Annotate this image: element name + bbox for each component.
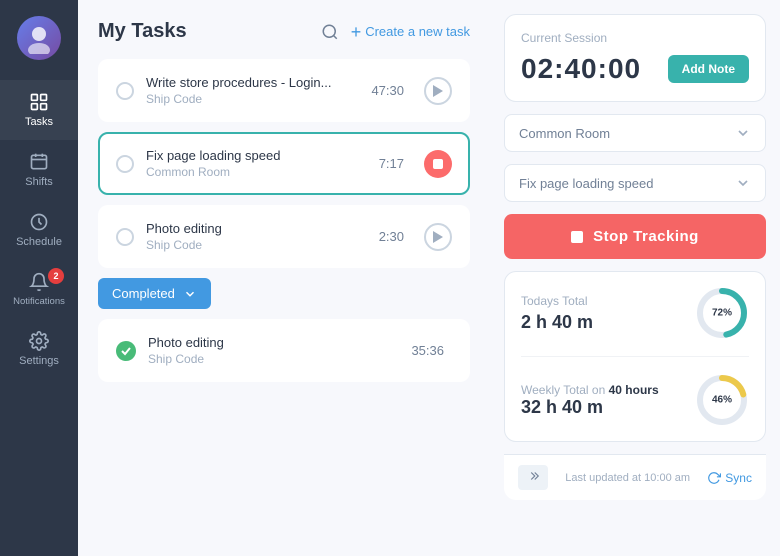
task-card-2: Fix page loading speed Common Room 7:17 [98, 132, 470, 195]
task-info-1: Write store procedures - Login... Ship C… [146, 75, 359, 106]
checkmark-icon [120, 345, 132, 357]
last-updated-text: Last updated at 10:00 am [565, 472, 690, 484]
sync-button[interactable]: Sync [707, 471, 752, 485]
chevron-down-icon-project [735, 125, 751, 141]
task-info-3: Photo editing Ship Code [146, 221, 367, 252]
stats-card: Todays Total 2 h 40 m 72% Weekly Total o… [504, 271, 766, 442]
chevron-down-icon [183, 287, 197, 301]
sidebar: Tasks Shifts Schedule 2 Notifications Se… [0, 0, 78, 556]
task-time-1: 47:30 [371, 83, 404, 98]
search-button[interactable] [321, 23, 339, 41]
sidebar-item-settings[interactable]: Settings [0, 319, 78, 379]
bottom-bar: Last updated at 10:00 am Sync [504, 454, 766, 500]
session-label: Current Session [521, 31, 749, 45]
right-panel: Current Session 02:40:00 Add Note Common… [490, 0, 780, 556]
weekly-stat-row: Weekly Total on 40 hours 32 h 40 m 46% [521, 373, 749, 427]
session-timer: 02:40:00 [521, 53, 641, 85]
sidebar-item-tasks[interactable]: Tasks [0, 80, 78, 140]
sidebar-item-schedule[interactable]: Schedule [0, 200, 78, 260]
task-project-1: Ship Code [146, 92, 359, 106]
todays-value: 2 h 40 m [521, 312, 593, 333]
task-time-2: 7:17 [379, 156, 404, 171]
stat-divider [521, 356, 749, 357]
play-icon-1 [433, 85, 443, 97]
create-task-label: Create a new task [365, 24, 470, 39]
notification-badge: 2 [48, 268, 64, 284]
stop-icon-2 [433, 159, 443, 169]
todays-label: Todays Total [521, 294, 593, 308]
weekly-donut: 46% [695, 373, 749, 427]
project-select-value: Common Room [519, 126, 610, 141]
task-radio-1[interactable] [116, 82, 134, 100]
session-timer-row: 02:40:00 Add Note [521, 53, 749, 85]
task-radio-2[interactable] [116, 155, 134, 173]
notifications-icon [29, 272, 49, 292]
completed-label: Completed [112, 286, 175, 301]
sync-icon [707, 471, 721, 485]
task-check-icon [116, 341, 136, 361]
task-project-completed: Ship Code [148, 352, 399, 366]
sync-label: Sync [725, 471, 752, 485]
chevron-down-icon-task [735, 175, 751, 191]
weekly-value: 32 h 40 m [521, 397, 659, 418]
sidebar-shifts-label: Shifts [25, 176, 53, 188]
avatar [17, 16, 61, 60]
sidebar-settings-label: Settings [19, 355, 59, 367]
todays-percent-label: 72% [712, 308, 732, 319]
play-icon-3 [433, 231, 443, 243]
page-title: My Tasks [98, 20, 309, 43]
task-stop-button-2[interactable] [424, 150, 452, 178]
tasks-icon [29, 92, 49, 112]
task-card-3: Photo editing Ship Code 2:30 [98, 205, 470, 268]
weekly-stat-info: Weekly Total on 40 hours 32 h 40 m [521, 383, 659, 418]
task-play-button-1[interactable] [424, 77, 452, 105]
expand-button[interactable] [518, 465, 548, 490]
task-project-2: Common Room [146, 165, 367, 179]
task-name-completed: Photo editing [148, 335, 399, 350]
plus-icon: + [351, 23, 362, 41]
weekly-percent-label: 46% [712, 395, 732, 406]
todays-stat-info: Todays Total 2 h 40 m [521, 294, 593, 333]
schedule-icon [29, 212, 49, 232]
add-note-button[interactable]: Add Note [668, 55, 749, 83]
chevron-right-icon [526, 469, 540, 483]
stop-tracking-label: Stop Tracking [593, 228, 699, 245]
stop-square-icon [571, 231, 583, 243]
todays-donut: 72% [695, 286, 749, 340]
task-card-1: Write store procedures - Login... Ship C… [98, 59, 470, 122]
sidebar-schedule-label: Schedule [16, 236, 62, 248]
task-select[interactable]: Fix page loading speed [504, 164, 766, 202]
task-info-2: Fix page loading speed Common Room [146, 148, 367, 179]
task-name-2: Fix page loading speed [146, 148, 367, 163]
task-info-completed: Photo editing Ship Code [148, 335, 399, 366]
task-project-3: Ship Code [146, 238, 367, 252]
sidebar-tasks-label: Tasks [25, 116, 53, 128]
completed-dropdown-button[interactable]: Completed [98, 278, 211, 309]
stop-tracking-button[interactable]: Stop Tracking [504, 214, 766, 259]
task-time-completed: 35:36 [411, 343, 444, 358]
todays-stat-row: Todays Total 2 h 40 m 72% [521, 286, 749, 340]
task-play-button-3[interactable] [424, 223, 452, 251]
search-icon [321, 23, 339, 41]
settings-icon [29, 331, 49, 351]
shifts-icon [29, 152, 49, 172]
create-task-button[interactable]: + Create a new task [351, 23, 470, 41]
task-select-value: Fix page loading speed [519, 176, 653, 191]
task-time-3: 2:30 [379, 229, 404, 244]
sidebar-item-shifts[interactable]: Shifts [0, 140, 78, 200]
sidebar-notifications-label: Notifications [13, 296, 65, 307]
sidebar-item-notifications[interactable]: 2 Notifications [0, 260, 78, 319]
session-card: Current Session 02:40:00 Add Note [504, 14, 766, 102]
task-radio-3[interactable] [116, 228, 134, 246]
header: My Tasks + Create a new task [98, 20, 470, 43]
main-content: My Tasks + Create a new task Write store… [78, 0, 490, 556]
task-name-3: Photo editing [146, 221, 367, 236]
task-name-1: Write store procedures - Login... [146, 75, 359, 90]
project-select[interactable]: Common Room [504, 114, 766, 152]
weekly-label: Weekly Total on 40 hours [521, 383, 659, 397]
task-card-completed: Photo editing Ship Code 35:36 [98, 319, 470, 382]
